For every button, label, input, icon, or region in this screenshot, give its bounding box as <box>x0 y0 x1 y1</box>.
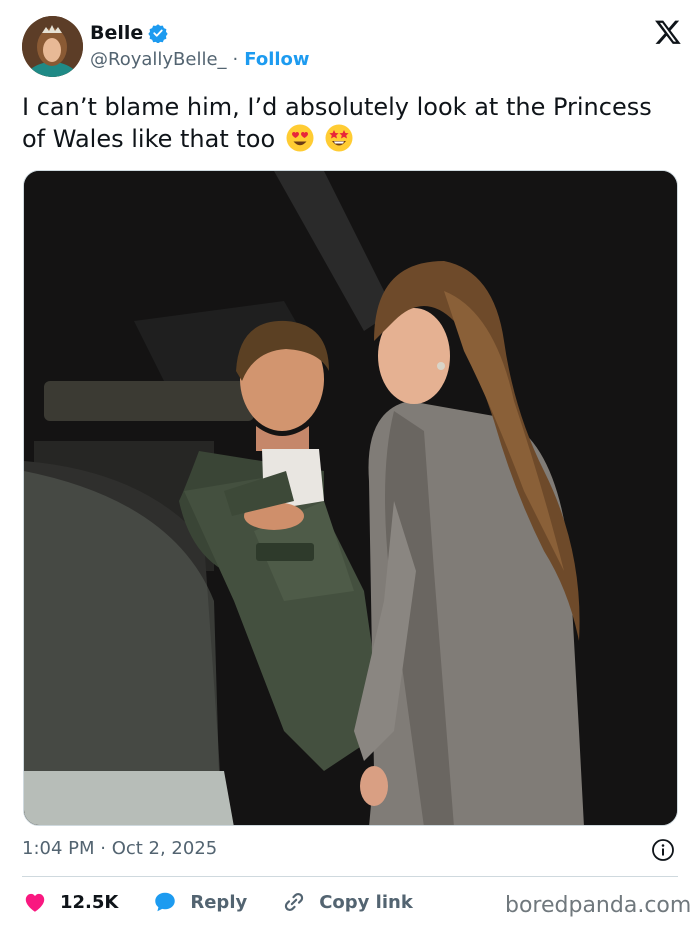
watermark: boredpanda.com <box>505 893 692 918</box>
divider <box>22 876 678 877</box>
info-icon[interactable] <box>651 838 675 862</box>
x-logo-icon[interactable] <box>654 18 682 46</box>
avatar[interactable] <box>22 16 83 77</box>
photo-illustration <box>24 171 677 825</box>
follow-button[interactable]: Follow <box>244 49 309 70</box>
reply-bubble-icon <box>155 892 176 912</box>
verified-badge-icon <box>148 23 168 44</box>
heart-eyes-emoji <box>285 123 315 153</box>
display-name[interactable]: Belle <box>90 22 143 44</box>
heart-icon <box>25 893 45 912</box>
star-struck-emoji <box>324 123 354 153</box>
timestamp[interactable]: 1:04 PM · Oct 2, 2025 <box>22 838 217 859</box>
like-button[interactable]: 12.5K <box>22 889 118 915</box>
like-count: 12.5K <box>60 891 119 913</box>
separator: · <box>232 49 239 70</box>
action-bar: 12.5K Reply Copy link <box>22 887 447 917</box>
reply-button[interactable]: Reply <box>152 889 247 915</box>
tweet-photo[interactable] <box>23 170 678 826</box>
reply-label: Reply <box>190 891 248 913</box>
copy-link-label: Copy link <box>319 891 413 913</box>
link-icon <box>285 892 304 912</box>
copy-link-button[interactable]: Copy link <box>281 889 413 915</box>
tweet-text: I can’t blame him, I’d absolutely look a… <box>22 91 672 155</box>
handle[interactable]: @RoyallyBelle_ <box>90 49 227 70</box>
tweet-header: Belle @RoyallyBelle_ · Follow <box>22 16 682 78</box>
